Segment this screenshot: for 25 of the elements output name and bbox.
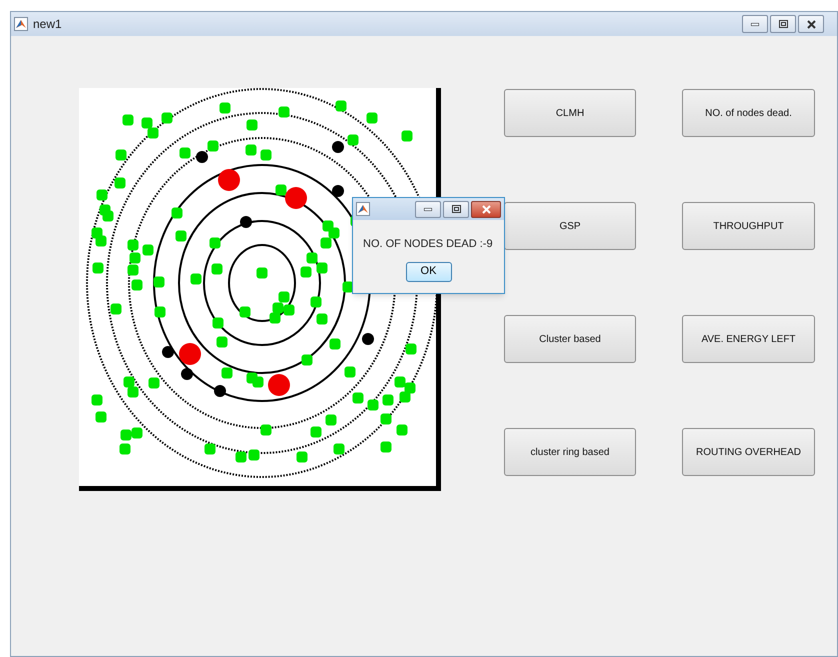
action-button[interactable]: THROUGHPUT [682,202,815,250]
minimize-icon [424,208,432,210]
app-icon [356,202,370,216]
minimize-icon [751,22,759,26]
action-button[interactable]: ROUTING OVERHEAD [682,428,815,476]
close-icon [806,20,816,28]
maximize-icon [452,205,460,213]
maximize-button[interactable] [770,15,796,33]
action-button[interactable]: AVE. ENERGY LEFT [682,315,815,363]
window-title: new1 [33,16,62,33]
dialog-message: NO. OF NODES DEAD :-9 [363,237,493,252]
maximize-button[interactable] [443,200,469,218]
action-button[interactable]: Cluster based [504,315,636,363]
maximize-icon [778,20,788,28]
minimize-button[interactable] [742,15,768,33]
app-icon [14,17,28,31]
close-button[interactable] [798,15,824,33]
action-button[interactable]: NO. of nodes dead. [682,89,815,137]
action-button[interactable]: GSP [504,202,636,250]
close-button[interactable] [471,200,501,218]
close-icon [482,204,490,214]
action-button[interactable]: cluster ring based [504,428,636,476]
ok-button[interactable]: OK [406,262,452,282]
minimize-button[interactable] [415,200,441,218]
action-button[interactable]: CLMH [504,89,636,137]
